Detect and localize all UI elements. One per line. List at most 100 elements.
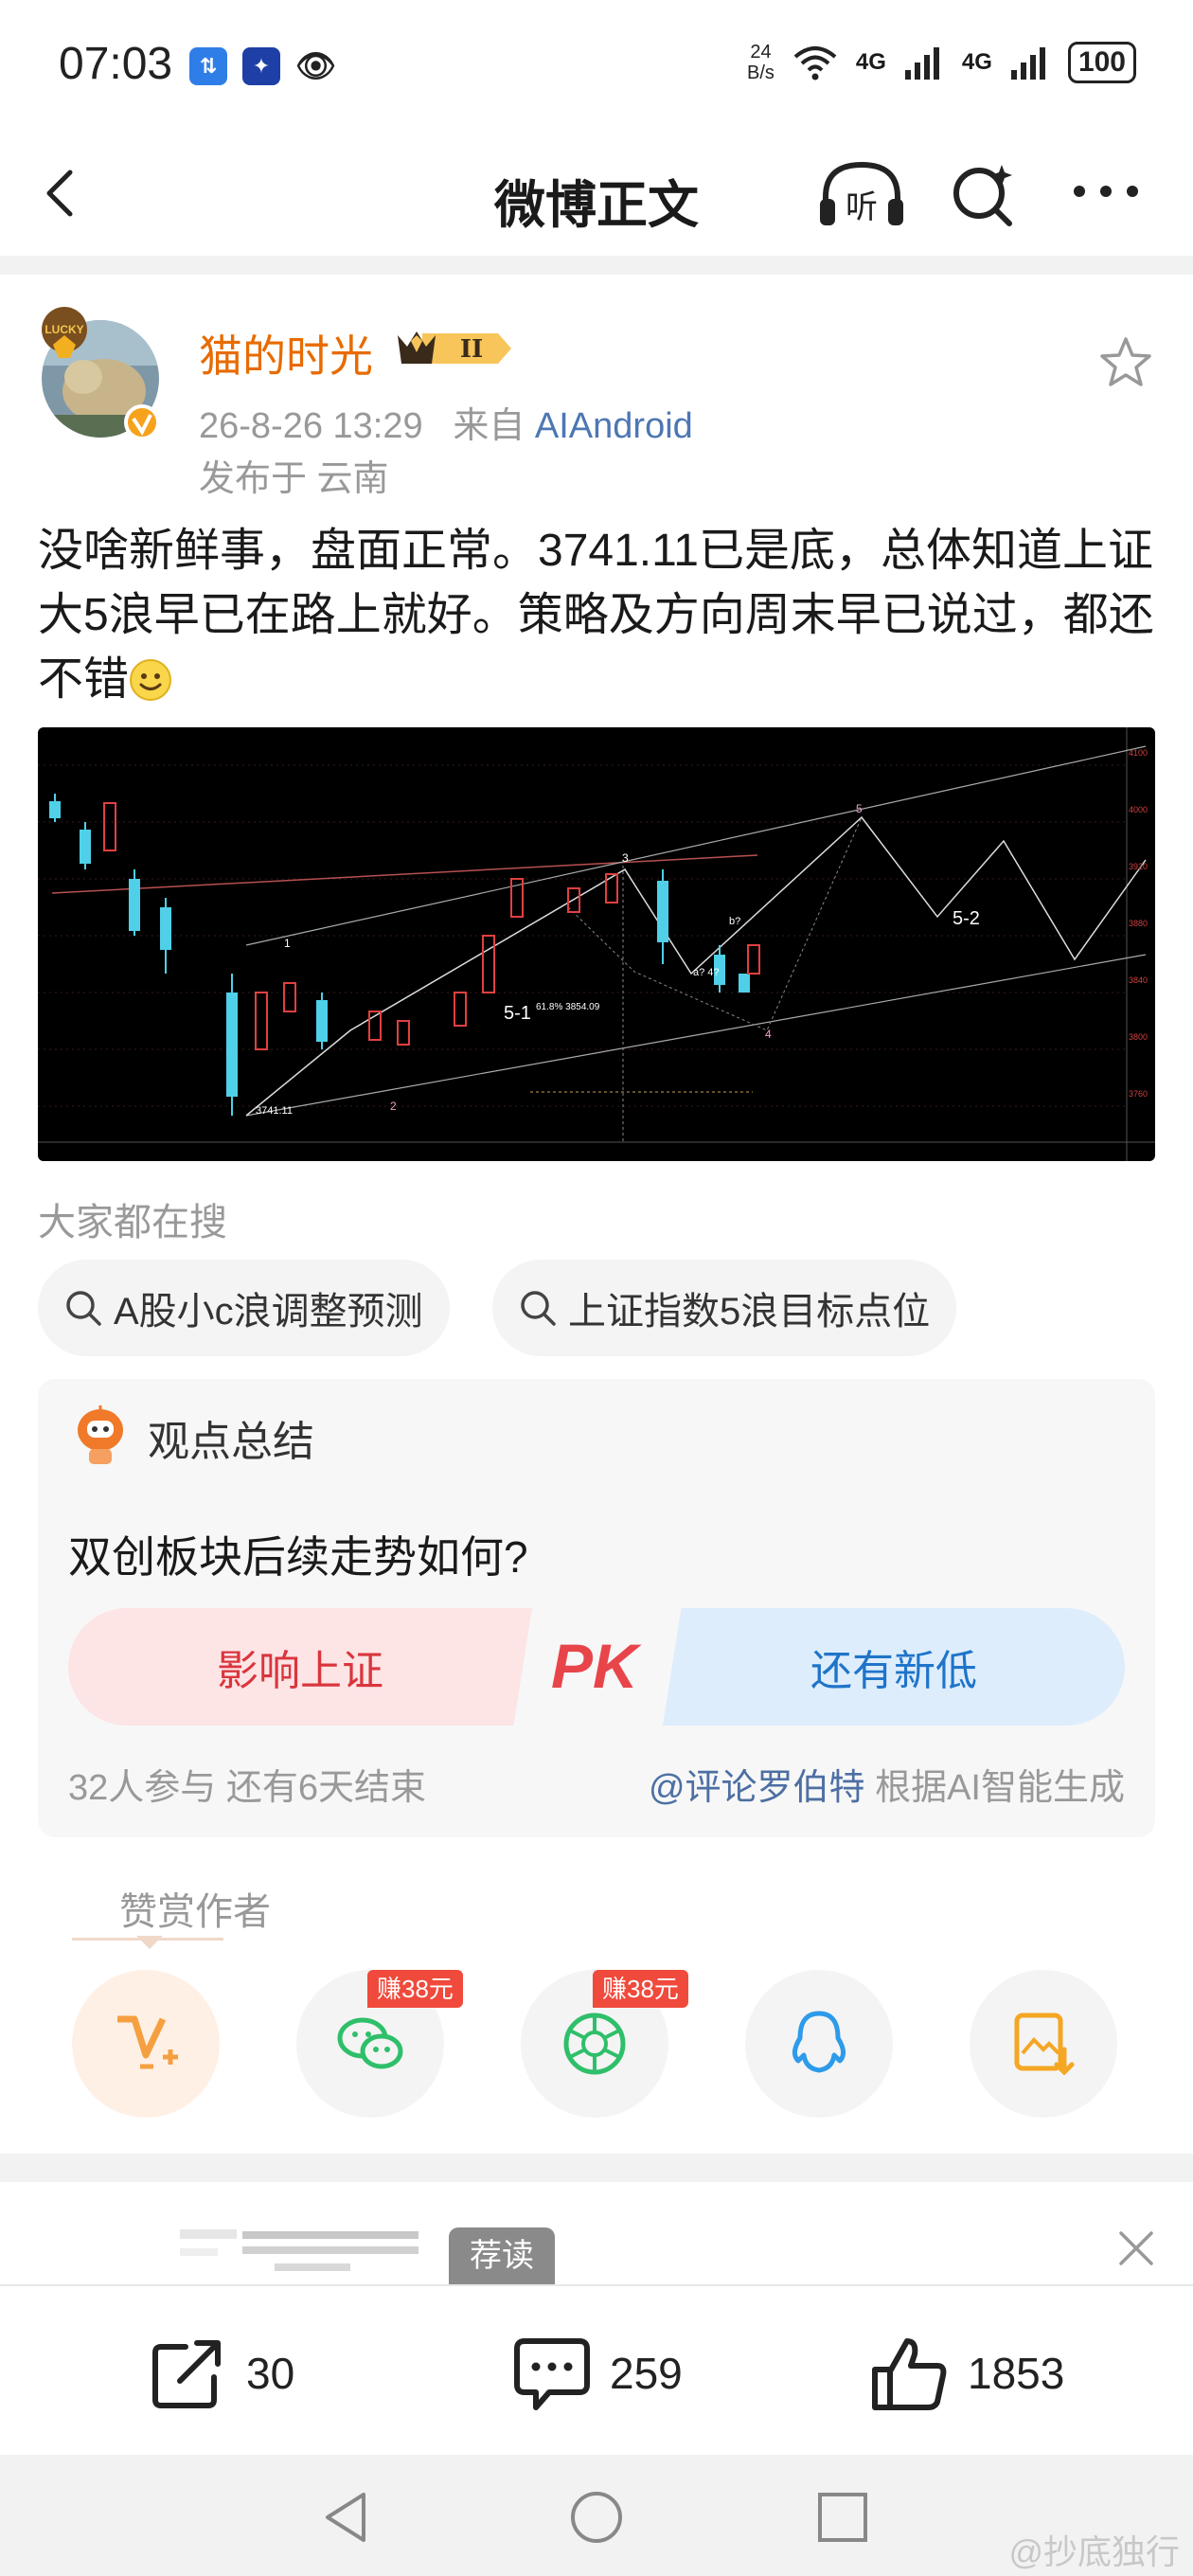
net-speed: 24 B/s	[747, 42, 775, 83]
repost-count: 30	[246, 2349, 295, 2398]
chart-wave-5: 5	[856, 802, 863, 815]
comment-button[interactable]: 259	[511, 2334, 683, 2413]
post-text: 没啥新鲜事，盘面正常。3741.11已是底，总体知道上证大5浪早已在路上就好。策…	[38, 526, 1154, 705]
nav-recents-icon[interactable]	[812, 2487, 873, 2548]
chart-wave-5-1: 5-1	[504, 1003, 531, 1024]
chart-low-label: 3741.11	[256, 1105, 293, 1117]
status-bar: 07:03 ⇅ ✦ 👁 24 B/s 4G 4G 100	[0, 0, 1193, 133]
opinion-question: 双创板块后续走势如何?	[68, 1532, 528, 1582]
search-sparkle-icon[interactable]	[949, 161, 1017, 229]
sync-icon: ⇅	[189, 47, 227, 85]
svg-text:3760: 3760	[1129, 1089, 1148, 1099]
wifi-icon	[793, 46, 837, 80]
post-body: 没啥新鲜事，盘面正常。3741.11已是底，总体知道上证大5浪早已在路上就好。策…	[38, 519, 1165, 712]
opinion-credit: @评论罗伯特 根据AI智能生成	[649, 1758, 1125, 1810]
vote-option-right[interactable]: 还有新低	[663, 1608, 1125, 1726]
search-chip-label: A股小c浪调整预测	[114, 1291, 423, 1333]
chart-wave-4: 4	[765, 1028, 772, 1041]
more-icon[interactable]	[1068, 172, 1144, 210]
action-bar: 30 259 1853	[0, 2284, 1193, 2455]
post-location: 发布于 云南	[199, 459, 389, 499]
net-speed-value: 24	[750, 42, 772, 63]
chart-wave-a4: a? 4?	[693, 967, 720, 978]
opinion-credit-suffix: 根据AI智能生成	[864, 1768, 1125, 1808]
chart-wave-5-2: 5-2	[953, 908, 980, 929]
chart-fib-label: 61.8% 3854.09	[536, 1002, 600, 1012]
pk-mark: PK	[551, 1631, 642, 1701]
weibo-pay-icon	[117, 2015, 178, 2069]
signal-bars-icon	[1010, 47, 1045, 80]
everyone-search-heading: 大家都在搜	[38, 1202, 227, 1243]
save-image-button[interactable]	[970, 1970, 1117, 2118]
qq-share-button[interactable]	[745, 1970, 893, 2118]
like-count: 1853	[968, 2349, 1065, 2398]
thumbs-up-icon	[872, 2338, 947, 2410]
post-source[interactable]: AIAndroid	[535, 406, 693, 446]
status-right: 24 B/s 4G 4G 100	[747, 42, 1136, 83]
repost-button[interactable]: 30	[148, 2334, 294, 2413]
signal-label-1: 4G	[855, 49, 886, 75]
top-header: 微博正文 听	[0, 133, 1193, 256]
favorite-star-icon[interactable]	[1098, 335, 1153, 390]
opinion-title: 观点总结	[148, 1419, 314, 1465]
signal-label-2: 4G	[961, 49, 992, 75]
svg-text:4000: 4000	[1129, 805, 1148, 814]
post-meta: 26-8-26 13:29 来自 AIAndroid	[199, 396, 693, 448]
avatar[interactable]: LUCKY	[38, 301, 161, 443]
nav-back-icon[interactable]	[316, 2487, 377, 2548]
post-image-chart[interactable]: 3741.11 5-1 5-2 61.8% 3854.09 1 3 a? 4? …	[38, 727, 1155, 1161]
signal-bars-icon	[904, 47, 939, 80]
rank-badge[interactable]: II	[394, 326, 517, 371]
svg-text:3800: 3800	[1129, 1032, 1148, 1042]
watermark-text: @抄底独行	[1008, 2532, 1180, 2571]
net-speed-unit: B/s	[747, 63, 775, 83]
status-time: 07:03	[59, 39, 173, 89]
headphones-listen-icon[interactable]: 听	[816, 159, 907, 231]
nav-home-icon[interactable]	[566, 2487, 627, 2548]
search-icon	[66, 1291, 101, 1326]
save-image-icon	[1014, 2012, 1075, 2076]
like-button[interactable]: 1853	[869, 2334, 1064, 2413]
smile-emoji-icon	[130, 659, 172, 701]
reward-badge: 赚38元	[593, 1970, 688, 2008]
opinion-credit-mention[interactable]: @评论罗伯特	[649, 1768, 865, 1808]
atom-app-icon: ✦	[242, 47, 280, 85]
post-source-prefix: 来自	[453, 406, 525, 446]
recommend-thumbnail[interactable]	[180, 2226, 426, 2282]
svg-text:3880: 3880	[1129, 919, 1148, 928]
svg-text:3920: 3920	[1129, 862, 1148, 871]
svg-text:4100: 4100	[1129, 748, 1148, 758]
chart-wave-2: 2	[390, 1100, 397, 1113]
rank-badge-text: II	[460, 335, 483, 364]
svg-text:3840: 3840	[1129, 975, 1148, 985]
share-icon	[152, 2340, 221, 2408]
comment-count: 259	[610, 2349, 683, 2398]
opinion-summary-card: 观点总结 双创板块后续走势如何? 影响上证 PK 还有新低 32人参与 还有6天…	[38, 1379, 1155, 1837]
kline-chart: 3741.11 5-1 5-2 61.8% 3854.09 1 3 a? 4? …	[38, 727, 1155, 1161]
author-name[interactable]: 猫的时光	[199, 322, 373, 385]
listen-label: 听	[846, 188, 878, 226]
battery-indicator: 100	[1067, 42, 1136, 83]
header-divider	[0, 256, 1193, 275]
pk-text: PK	[551, 1631, 642, 1701]
chart-wave-3: 3	[622, 851, 629, 865]
wechat-icon	[337, 2017, 403, 2069]
reward-badge: 赚38元	[367, 1970, 463, 2008]
comment-icon	[514, 2338, 590, 2410]
reward-caret	[136, 1936, 163, 1949]
recommend-tag: 荐读	[449, 2227, 555, 2284]
search-chip[interactable]: A股小c浪调整预测	[38, 1260, 450, 1356]
post-timestamp: 26-8-26 13:29	[199, 406, 423, 446]
moments-icon	[563, 2012, 626, 2075]
qq-icon	[792, 2011, 846, 2073]
opinion-stats: 32人参与 还有6天结束	[68, 1768, 426, 1808]
weibo-pay-button[interactable]	[72, 1970, 220, 2118]
section-divider	[0, 2154, 1193, 2182]
robot-mascot-icon	[78, 1405, 123, 1464]
search-chip-label: 上证指数5浪目标点位	[568, 1291, 931, 1333]
eye-icon: 👁	[295, 48, 337, 84]
chart-wave-b: b?	[729, 916, 740, 927]
vote-option-left[interactable]: 影响上证	[68, 1608, 532, 1726]
search-chip[interactable]: 上证指数5浪目标点位	[492, 1260, 957, 1356]
close-icon[interactable]	[1115, 2227, 1157, 2269]
